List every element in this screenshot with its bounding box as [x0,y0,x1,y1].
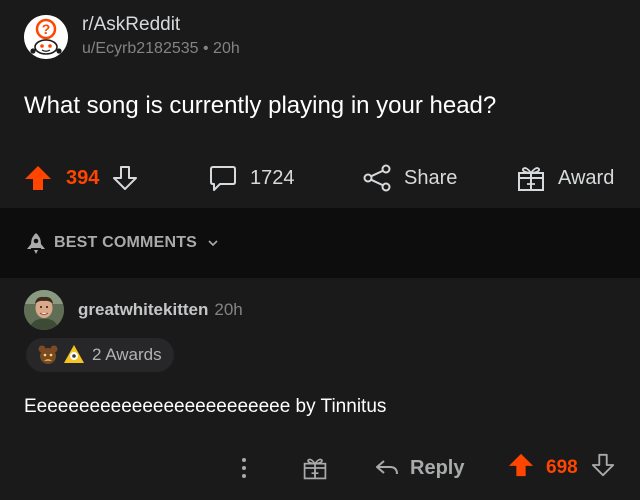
gift-icon [518,167,544,191]
reply-arrow-icon [376,460,398,475]
post-header: ? r/AskReddit u/Ecyrb2182535 • 20h [24,14,240,60]
comment-header: greatwhitekitten 20h [24,290,243,330]
comment-award-button[interactable] [302,448,328,488]
post-meta: r/AskReddit u/Ecyrb2182535 • 20h [82,14,240,60]
post-age: 20h [213,40,240,57]
comment-age: 20h [214,300,243,319]
award-button[interactable]: Award [516,158,614,198]
reply-button[interactable]: Reply [374,448,464,488]
byline-separator: • [202,40,209,57]
subreddit-avatar-icon[interactable]: ? [24,15,68,59]
gift-icon [303,458,327,480]
comment-card: greatwhitekitten 20h 2 Awards Eeeeeeeeee… [0,278,640,500]
comment-body: Eeeeeeeeeeeeeeeeeeeeeeeee by Tinnitus [24,396,387,417]
arrow-up-icon [508,453,534,477]
award-badge-icon [64,345,84,363]
post-action-bar: 394 1724 Share Award [0,158,640,198]
rocket-icon [27,233,45,254]
awards-pill[interactable]: 2 Awards [26,338,174,372]
post-byline: u/Ecyrb2182535 • 20h [82,38,240,60]
user-avatar[interactable] [24,290,64,330]
comment-action-bar: Reply 698 [0,448,640,488]
more-options-button[interactable] [234,448,254,488]
comment-sort-bar: BEST COMMENTS [0,208,640,278]
sort-label: BEST COMMENTS [54,234,198,251]
comment-score: 698 [546,457,578,478]
share-icon [363,164,391,192]
reply-label: Reply [410,456,465,479]
awards-label: 2 Awards [92,345,162,364]
comment-upvote-button[interactable] [508,452,534,484]
chevron-down-icon [208,240,218,247]
arrow-up-icon [25,166,51,190]
subreddit-name[interactable]: r/AskReddit [82,14,240,36]
comments-button[interactable]: 1724 [208,158,295,198]
share-button[interactable]: Share [362,158,457,198]
comment-count: 1724 [250,166,295,189]
post-title[interactable]: What song is currently playing in your h… [24,90,496,122]
post-vote-group: 394 [24,158,139,198]
comment-username[interactable]: greatwhitekitten [78,300,208,320]
share-label: Share [404,166,458,189]
arrow-down-icon [113,166,138,190]
award-badge-icon [38,345,58,364]
post-card: ? r/AskReddit u/Ecyrb2182535 • 20h What … [0,0,640,208]
comment-downvote-button[interactable] [590,452,616,484]
svg-text:?: ? [42,21,51,37]
comment-vote-group: 698 [508,448,616,488]
award-label: Award [558,166,615,189]
arrow-down-icon [591,453,614,477]
post-author[interactable]: u/Ecyrb2182535 [82,40,199,57]
downvote-button[interactable] [111,164,139,192]
upvote-button[interactable] [24,164,52,192]
more-vertical-icon [242,458,246,478]
comment-bubble-icon [210,166,236,191]
sort-selector[interactable]: BEST COMMENTS [24,231,219,255]
post-vote-count: 394 [66,166,100,189]
